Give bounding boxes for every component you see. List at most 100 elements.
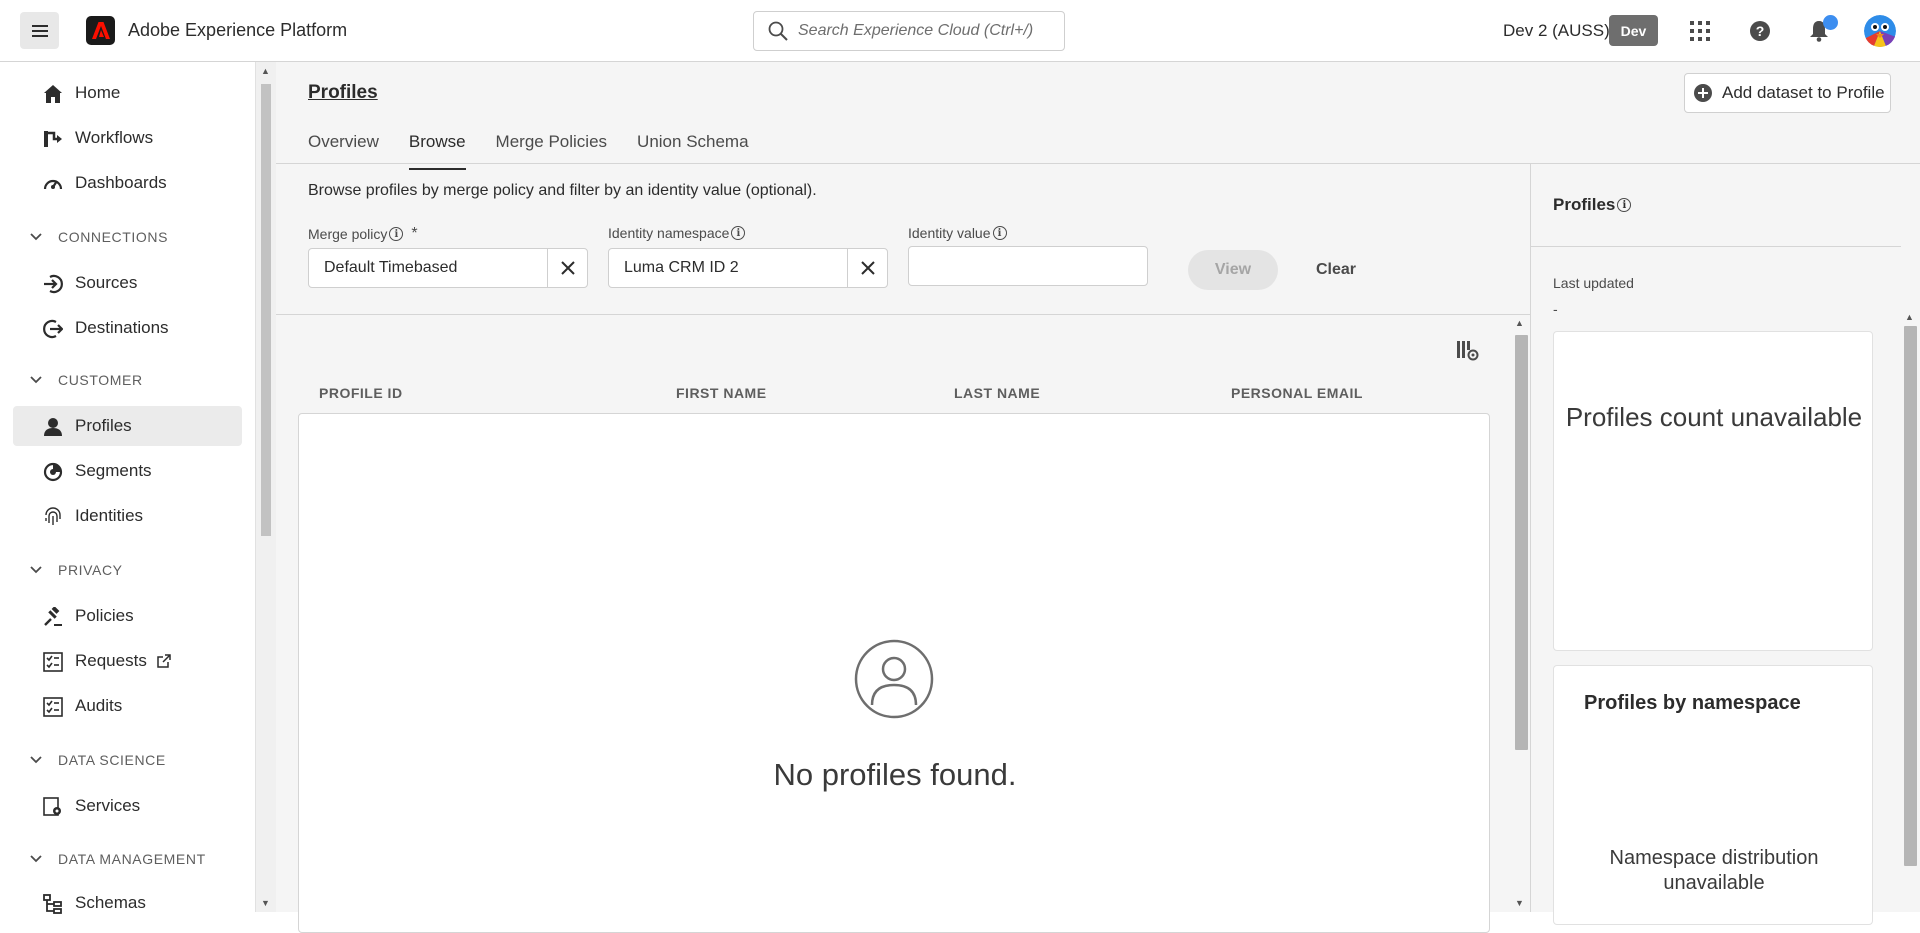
add-dataset-button[interactable]: Add dataset to Profile bbox=[1684, 73, 1891, 113]
workflow-icon bbox=[42, 128, 64, 150]
sidebar-item-profiles[interactable]: Profiles bbox=[13, 406, 242, 446]
sidebar-item-requests[interactable]: Requests bbox=[13, 641, 242, 681]
sidebar-item-audits[interactable]: Audits bbox=[13, 686, 242, 726]
section-label: DATA MANAGEMENT bbox=[58, 851, 206, 867]
sidebar-item-label: Workflows bbox=[75, 128, 154, 147]
column-header-profile-id[interactable]: PROFILE ID bbox=[319, 385, 403, 401]
identity-namespace-select[interactable]: Luma CRM ID 2 bbox=[608, 248, 888, 288]
sidebar-item-label: Destinations bbox=[75, 318, 169, 337]
identity-namespace-value: Luma CRM ID 2 bbox=[624, 259, 739, 276]
empty-state-message: No profiles found. bbox=[773, 757, 1017, 792]
column-header-first-name[interactable]: FIRST NAME bbox=[676, 385, 767, 401]
adobe-logo-icon[interactable] bbox=[86, 16, 115, 45]
namespace-message-line2: unavailable bbox=[1663, 872, 1765, 894]
scroll-up-arrow-icon[interactable]: ▲ bbox=[1515, 318, 1524, 328]
segments-icon bbox=[42, 461, 64, 483]
info-icon[interactable]: i bbox=[389, 227, 404, 241]
scroll-up-arrow-icon[interactable]: ▲ bbox=[261, 66, 270, 76]
last-updated-label: Last updated bbox=[1553, 275, 1634, 291]
merge-policy-select[interactable]: Default Timebased bbox=[308, 248, 588, 288]
section-privacy[interactable]: PRIVACY bbox=[30, 562, 123, 578]
identity-namespace-label: Identity namespace i bbox=[608, 225, 746, 241]
sidebar-scroll-thumb[interactable] bbox=[261, 84, 271, 536]
section-customer[interactable]: CUSTOMER bbox=[30, 372, 143, 388]
tab-union-schema[interactable]: Union Schema bbox=[637, 132, 749, 170]
page-title[interactable]: Profiles bbox=[308, 82, 378, 104]
column-header-last-name[interactable]: LAST NAME bbox=[954, 385, 1040, 401]
last-updated-value: - bbox=[1553, 301, 1558, 317]
notification-badge bbox=[1823, 15, 1838, 30]
org-switcher[interactable]: Dev 2 (AUSS) bbox=[1503, 21, 1610, 41]
main-content: Profiles Add dataset to Profile Overview… bbox=[276, 62, 1920, 933]
section-data-management[interactable]: DATA MANAGEMENT bbox=[30, 851, 206, 867]
sidebar-item-label: Audits bbox=[75, 696, 123, 715]
table-scrollbar[interactable]: ▲ ▼ bbox=[1510, 315, 1530, 912]
tab-overview[interactable]: Overview bbox=[308, 132, 379, 170]
clear-merge-policy-button[interactable] bbox=[547, 249, 587, 287]
external-link-icon bbox=[157, 654, 171, 668]
rail-scroll-thumb[interactable] bbox=[1904, 326, 1917, 866]
clear-namespace-button[interactable] bbox=[847, 249, 887, 287]
sidebar-scrollbar[interactable]: ▲ ▼ bbox=[256, 62, 276, 912]
empty-user-icon bbox=[854, 639, 934, 719]
sidebar-item-identities[interactable]: Identities bbox=[13, 496, 242, 536]
info-icon[interactable]: i bbox=[992, 226, 1007, 240]
gavel-icon bbox=[42, 606, 64, 628]
clear-button[interactable]: Clear bbox=[1316, 250, 1356, 290]
tab-browse[interactable]: Browse bbox=[408, 132, 466, 170]
sources-icon bbox=[42, 273, 64, 295]
sidebar-item-label: Home bbox=[75, 83, 121, 102]
sidebar-item-home[interactable]: Home bbox=[13, 73, 242, 113]
view-button[interactable]: View bbox=[1188, 250, 1278, 290]
identity-value-input[interactable] bbox=[908, 246, 1148, 286]
merge-policy-label: Merge policy i * bbox=[308, 225, 418, 243]
search-input[interactable]: Search Experience Cloud (Ctrl+/) bbox=[753, 11, 1065, 51]
rail-title: Profiles i bbox=[1553, 195, 1632, 215]
profiles-table: PROFILE ID FIRST NAME LAST NAME PERSONAL… bbox=[276, 315, 1530, 933]
apps-grid-icon[interactable] bbox=[1685, 16, 1715, 46]
scroll-down-arrow-icon[interactable]: ▼ bbox=[261, 898, 270, 908]
hamburger-menu-button[interactable] bbox=[20, 12, 59, 49]
sidebar-item-label: Schemas bbox=[75, 893, 146, 912]
help-icon[interactable]: ? bbox=[1745, 16, 1775, 46]
identity-namespace-label-text: Identity namespace bbox=[608, 225, 730, 241]
sidebar-item-dashboards[interactable]: Dashboards bbox=[13, 163, 242, 203]
chevron-down-icon bbox=[30, 376, 44, 384]
user-icon bbox=[42, 416, 64, 438]
sidebar-item-label: Requests bbox=[75, 651, 147, 670]
sidebar-item-segments[interactable]: Segments bbox=[13, 451, 242, 491]
tab-list: Overview Browse Merge Policies Union Sch… bbox=[308, 132, 779, 170]
section-label: CONNECTIONS bbox=[58, 229, 169, 245]
rail-scrollbar[interactable]: ▲ bbox=[1900, 312, 1920, 912]
chevron-down-icon bbox=[30, 566, 44, 574]
scroll-down-arrow-icon[interactable]: ▼ bbox=[1515, 898, 1524, 908]
column-settings-icon[interactable] bbox=[1456, 339, 1480, 363]
avatar[interactable] bbox=[1864, 15, 1896, 47]
sidebar-item-sources[interactable]: Sources bbox=[13, 263, 242, 303]
identity-value-label-text: Identity value bbox=[908, 225, 991, 241]
table-scroll-thumb[interactable] bbox=[1515, 335, 1528, 750]
merge-policy-label-text: Merge policy bbox=[308, 226, 388, 242]
section-label: DATA SCIENCE bbox=[58, 752, 166, 768]
sidebar-item-schemas[interactable]: Schemas bbox=[13, 883, 242, 923]
sandbox-badge[interactable]: Dev bbox=[1609, 15, 1658, 46]
sidebar-item-services[interactable]: Services bbox=[13, 786, 242, 826]
sidebar-item-destinations[interactable]: Destinations bbox=[13, 308, 242, 348]
namespace-message-line1: Namespace distribution bbox=[1609, 847, 1819, 869]
section-data-science[interactable]: DATA SCIENCE bbox=[30, 752, 166, 768]
info-icon[interactable]: i bbox=[1617, 198, 1632, 212]
profiles-summary-rail: Profiles i Last updated - Profiles count… bbox=[1530, 164, 1920, 925]
top-bar: Adobe Experience Platform Search Experie… bbox=[0, 0, 1920, 62]
app-title[interactable]: Adobe Experience Platform bbox=[128, 20, 347, 41]
column-header-personal-email[interactable]: PERSONAL EMAIL bbox=[1231, 385, 1363, 401]
rail-divider bbox=[1531, 246, 1901, 247]
scroll-up-arrow-icon[interactable]: ▲ bbox=[1905, 312, 1914, 322]
search-placeholder: Search Experience Cloud (Ctrl+/) bbox=[798, 22, 1034, 39]
info-icon[interactable]: i bbox=[731, 226, 746, 240]
section-connections[interactable]: CONNECTIONS bbox=[30, 229, 168, 245]
sidebar-item-policies[interactable]: Policies bbox=[13, 596, 242, 636]
sidebar-item-workflows[interactable]: Workflows bbox=[13, 118, 242, 158]
close-icon bbox=[560, 261, 575, 275]
tab-merge-policies[interactable]: Merge Policies bbox=[496, 132, 608, 170]
section-label: PRIVACY bbox=[58, 562, 123, 578]
